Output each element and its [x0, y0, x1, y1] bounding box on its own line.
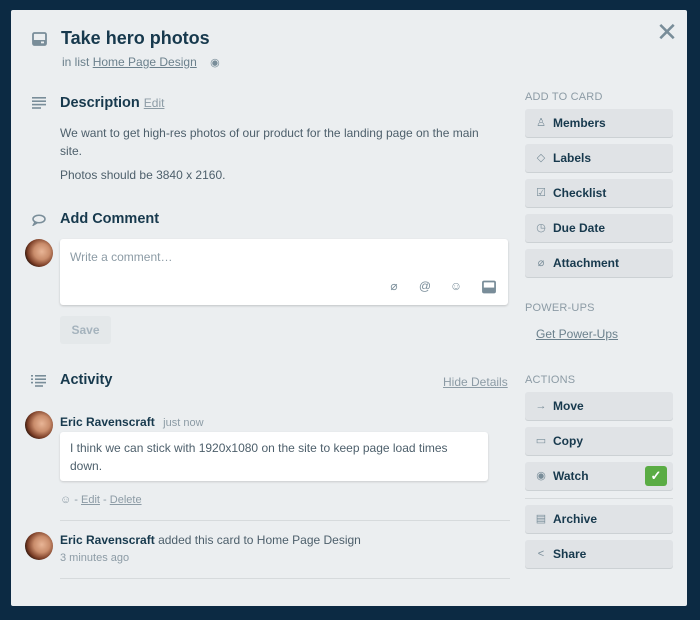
comment-icon: [32, 214, 46, 226]
actions-label: ACTIONS: [525, 374, 576, 386]
mention-icon[interactable]: @: [418, 279, 432, 293]
activity-item: Eric Ravenscraft added this card to Home…: [60, 533, 361, 547]
divider: [60, 520, 510, 521]
description-text[interactable]: We want to get high-res photos of our pr…: [60, 124, 500, 190]
due-date-label: Due Date: [553, 221, 606, 235]
copy-label: Copy: [553, 434, 583, 448]
checkbox-icon: ☑: [536, 187, 546, 199]
share-label: Share: [553, 547, 587, 561]
attachment-label: Attachment: [553, 256, 620, 270]
checklist-label: Checklist: [553, 186, 607, 200]
due-date-button[interactable]: ◷ Due Date: [525, 214, 673, 242]
activity-author[interactable]: Eric Ravenscraft: [60, 415, 155, 429]
avatar: [25, 532, 53, 560]
divider: [60, 578, 510, 579]
move-label: Move: [553, 399, 584, 413]
divider: [525, 498, 673, 499]
add-to-card-label: ADD TO CARD: [525, 91, 603, 103]
description-heading-text: Description: [60, 95, 140, 111]
checklist-button[interactable]: ☑ Checklist: [525, 179, 673, 207]
card-icon: [32, 32, 47, 46]
comment-edit-link[interactable]: Edit: [81, 494, 100, 506]
add-comment-heading: Add Comment: [60, 211, 160, 227]
card-icon[interactable]: [482, 280, 496, 294]
comment-delete-link[interactable]: Delete: [110, 494, 142, 506]
comment-placeholder: Write a comment…: [70, 250, 173, 264]
share-button[interactable]: < Share: [525, 540, 673, 568]
emoji-icon[interactable]: ☺: [449, 279, 463, 293]
activity-comment: I think we can stick with 1920x1080 on t…: [60, 432, 488, 481]
description-icon: [32, 97, 46, 109]
in-list-line: in list Home Page Design ◉: [62, 55, 220, 69]
card-icon: ▭: [535, 435, 547, 447]
in-list-prefix: in list: [62, 55, 90, 69]
description-edit-link[interactable]: Edit: [144, 96, 165, 110]
hide-details-link[interactable]: Hide Details: [443, 375, 508, 389]
close-icon[interactable]: ✕: [656, 19, 678, 45]
power-ups-label: POWER-UPS: [525, 302, 595, 314]
attachment-icon[interactable]: ⌀: [387, 279, 401, 293]
activity-item-header: Eric Ravenscraft just now: [60, 413, 204, 431]
add-reaction-icon[interactable]: ☺: [60, 494, 71, 506]
archive-label: Archive: [553, 512, 598, 526]
avatar: [25, 239, 53, 267]
labels-label: Labels: [553, 151, 592, 165]
clock-icon: ◷: [536, 222, 546, 234]
avatar: [25, 411, 53, 439]
activity-icon: [31, 375, 46, 387]
activity-action: added this card to Home Page Design: [158, 533, 361, 547]
description-paragraph: We want to get high-res photos of our pr…: [60, 126, 479, 158]
attachment-button[interactable]: ⌀ Attachment: [525, 249, 673, 277]
description-paragraph: Photos should be 3840 x 2160.: [60, 168, 226, 182]
get-power-ups-link[interactable]: Get Power-Ups: [536, 327, 618, 341]
archive-button[interactable]: ▤ Archive: [525, 505, 673, 533]
archive-icon: ▤: [535, 513, 547, 525]
list-name-link[interactable]: Home Page Design: [93, 55, 197, 69]
person-icon: ♙: [536, 117, 546, 129]
checkmark-icon: ✓: [645, 466, 667, 486]
card-detail-modal: ✕ Take hero photos in list Home Page Des…: [11, 10, 687, 606]
move-button[interactable]: → Move: [525, 392, 673, 420]
watch-label: Watch: [553, 469, 589, 483]
eye-icon: ◉: [536, 470, 546, 482]
activity-heading: Activity: [60, 372, 113, 388]
share-icon: <: [537, 548, 545, 560]
description-heading: Description Edit: [60, 95, 164, 111]
members-label: Members: [553, 116, 606, 130]
activity-author[interactable]: Eric Ravenscraft: [60, 533, 155, 547]
activity-time[interactable]: just now: [163, 417, 203, 429]
watch-button[interactable]: ◉ Watch ✓: [525, 462, 673, 490]
arrow-right-icon: →: [535, 400, 547, 412]
save-button[interactable]: Save: [60, 316, 111, 344]
activity-comment-actions: ☺ - Edit - Delete: [60, 494, 142, 506]
copy-button[interactable]: ▭ Copy: [525, 427, 673, 455]
eye-icon: ◉: [210, 57, 220, 69]
tag-icon: ◇: [536, 152, 546, 164]
activity-time[interactable]: 3 minutes ago: [60, 552, 129, 564]
labels-button[interactable]: ◇ Labels: [525, 144, 673, 172]
members-button[interactable]: ♙ Members: [525, 109, 673, 137]
paperclip-icon: ⌀: [537, 257, 545, 269]
comment-input[interactable]: Write a comment… ⌀ @ ☺: [60, 239, 508, 305]
card-title[interactable]: Take hero photos: [61, 28, 210, 49]
